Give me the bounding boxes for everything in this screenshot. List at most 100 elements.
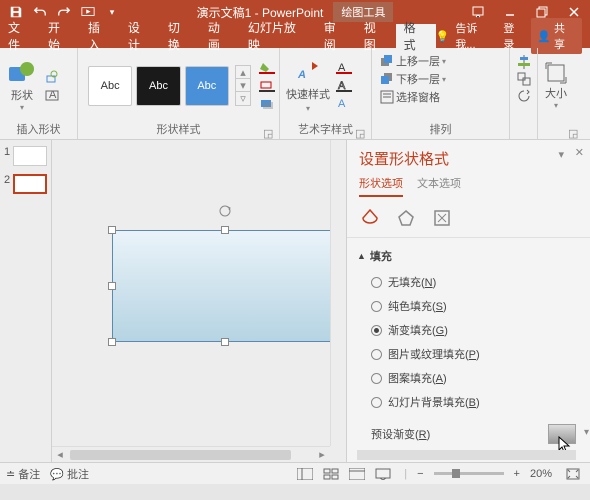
slide-thumbnail-1[interactable] bbox=[13, 146, 47, 166]
pane-tab-shape-options[interactable]: 形状选项 bbox=[359, 175, 403, 197]
bring-forward-button[interactable]: 上移一层▾ bbox=[380, 52, 446, 70]
pane-dropdown-icon[interactable]: ▾ bbox=[558, 148, 564, 161]
notes-button[interactable]: ≐ 备注 bbox=[6, 466, 40, 482]
shape-outline-icon[interactable] bbox=[259, 78, 275, 94]
slide-thumbnail-2[interactable] bbox=[13, 174, 47, 194]
zoom-in-icon[interactable]: + bbox=[514, 468, 520, 480]
lightbulb-icon: 💡 bbox=[436, 30, 450, 43]
tab-animations[interactable]: 动画 bbox=[200, 24, 240, 48]
comments-button[interactable]: 💬 批注 bbox=[50, 466, 89, 482]
pane-tab-text-options[interactable]: 文本选项 bbox=[417, 175, 461, 197]
send-backward-button[interactable]: 下移一层▾ bbox=[380, 70, 446, 88]
gallery-more-icon[interactable]: ▿ bbox=[236, 92, 250, 105]
resize-handle[interactable] bbox=[108, 226, 116, 234]
option-slide-bg-fill[interactable]: 幻灯片背景填充(B) bbox=[357, 390, 580, 414]
size-button[interactable]: 大小 ▾ bbox=[542, 57, 570, 114]
tab-slideshow[interactable]: 幻灯片放映 bbox=[240, 24, 316, 48]
tab-file[interactable]: 文件 bbox=[0, 24, 40, 48]
shape-style-2[interactable]: Abc bbox=[136, 66, 180, 106]
text-outline-icon[interactable]: A bbox=[336, 78, 352, 94]
fill-line-icon[interactable] bbox=[359, 207, 381, 229]
shape-style-3[interactable]: Abc bbox=[185, 66, 229, 106]
align-icon[interactable] bbox=[516, 54, 532, 70]
slide-canvas[interactable]: ◂ ▸ bbox=[52, 140, 346, 462]
tab-design[interactable]: 设计 bbox=[120, 24, 160, 48]
tab-review[interactable]: 审阅 bbox=[316, 24, 356, 48]
text-effects-icon[interactable]: A bbox=[336, 96, 352, 112]
tab-home[interactable]: 开始 bbox=[40, 24, 80, 48]
shape-effects-icon[interactable] bbox=[259, 96, 275, 112]
shape-style-1[interactable]: Abc bbox=[88, 66, 132, 106]
share-icon: 👤 bbox=[537, 30, 551, 43]
zoom-level[interactable]: 20% bbox=[530, 468, 552, 480]
document-title: 演示文稿1 - PowerPoint bbox=[197, 4, 324, 21]
group-insert-shapes: 插入形状 bbox=[4, 121, 73, 137]
option-solid-fill[interactable]: 纯色填充(S) bbox=[357, 294, 580, 318]
svg-text:A: A bbox=[297, 69, 306, 81]
zoom-slider[interactable] bbox=[434, 472, 504, 475]
group-icon[interactable] bbox=[516, 71, 532, 87]
group-size: ◲ bbox=[542, 121, 580, 137]
quick-styles-label: 快速样式 bbox=[286, 86, 330, 102]
size-properties-icon[interactable] bbox=[431, 207, 453, 229]
sorter-view-icon[interactable] bbox=[320, 466, 342, 482]
reading-view-icon[interactable] bbox=[346, 466, 368, 482]
dialog-launcher-icon[interactable]: ◲ bbox=[355, 127, 365, 137]
shape-fill-icon[interactable] bbox=[259, 60, 275, 76]
horizontal-scrollbar[interactable]: ◂ ▸ bbox=[52, 446, 330, 462]
vertical-scrollbar[interactable] bbox=[330, 140, 346, 446]
group-arrange: 排列 bbox=[376, 121, 505, 137]
svg-text:A: A bbox=[338, 98, 346, 110]
effects-icon[interactable] bbox=[395, 207, 417, 229]
option-picture-fill[interactable]: 图片或纹理填充(P) bbox=[357, 342, 580, 366]
text-fill-icon[interactable]: A bbox=[336, 60, 352, 76]
thumb-number: 1 bbox=[4, 146, 10, 158]
slide-thumbnails-pane: 1 2 bbox=[0, 140, 52, 462]
option-gradient-fill[interactable]: 渐变填充(G) bbox=[357, 318, 580, 342]
selection-pane-button[interactable]: 选择窗格 bbox=[380, 88, 440, 106]
bring-forward-label: 上移一层 bbox=[396, 53, 440, 69]
edit-shape-icon[interactable] bbox=[44, 69, 60, 85]
send-backward-label: 下移一层 bbox=[396, 71, 440, 87]
thumb-number: 2 bbox=[4, 174, 10, 186]
status-bar: ≐ 备注 💬 批注 | − + 20% bbox=[0, 462, 590, 484]
ribbon-tabstrip: 文件 开始 插入 设计 切换 动画 幻灯片放映 审阅 视图 格式 💡 告诉我..… bbox=[0, 24, 590, 48]
scroll-left-icon[interactable]: ◂ bbox=[52, 447, 68, 463]
resize-handle[interactable] bbox=[221, 226, 229, 234]
size-label: 大小 bbox=[545, 85, 567, 101]
resize-handle[interactable] bbox=[108, 338, 116, 346]
fill-section-header[interactable]: ▲填充 bbox=[357, 242, 580, 270]
zoom-out-icon[interactable]: − bbox=[417, 468, 423, 480]
pane-title: 设置形状格式 bbox=[359, 148, 578, 169]
group-wordart-styles: 艺术字样式◲ bbox=[284, 121, 367, 137]
dialog-launcher-icon[interactable]: ◲ bbox=[263, 127, 273, 137]
resize-handle[interactable] bbox=[221, 338, 229, 346]
tab-transitions[interactable]: 切换 bbox=[160, 24, 200, 48]
ribbon: 形状 ▾ A 插入形状 Abc Abc Abc ▴ ▾ ▿ bbox=[0, 48, 590, 140]
shapes-gallery-button[interactable]: 形状 ▾ bbox=[4, 60, 40, 112]
tab-insert[interactable]: 插入 bbox=[80, 24, 120, 48]
option-pattern-fill[interactable]: 图案填充(A) bbox=[357, 366, 580, 390]
pane-close-icon[interactable]: ✕ bbox=[575, 146, 584, 159]
gallery-up-icon[interactable]: ▴ bbox=[236, 66, 250, 79]
tab-format[interactable]: 格式 bbox=[396, 24, 436, 48]
option-no-fill[interactable]: 无填充(N) bbox=[357, 270, 580, 294]
slideshow-view-icon[interactable] bbox=[372, 466, 394, 482]
quick-styles-button[interactable]: A 快速样式 ▾ bbox=[284, 54, 332, 117]
pane-scrollbar[interactable] bbox=[357, 450, 576, 460]
tab-view[interactable]: 视图 bbox=[356, 24, 396, 48]
svg-text:A: A bbox=[49, 89, 57, 101]
normal-view-icon[interactable] bbox=[294, 466, 316, 482]
text-box-icon[interactable]: A bbox=[44, 87, 60, 103]
preset-gradient-label: 预设渐变(R) bbox=[371, 426, 430, 442]
gallery-down-icon[interactable]: ▾ bbox=[236, 79, 250, 92]
fit-to-window-icon[interactable] bbox=[562, 466, 584, 482]
scroll-right-icon[interactable]: ▸ bbox=[314, 447, 330, 463]
rotate-icon[interactable] bbox=[516, 88, 532, 104]
rotate-handle-icon[interactable] bbox=[219, 205, 231, 217]
resize-handle[interactable] bbox=[108, 282, 116, 290]
selected-shape[interactable] bbox=[112, 230, 338, 342]
shapes-label: 形状 bbox=[11, 87, 33, 103]
dialog-launcher-icon[interactable]: ◲ bbox=[568, 127, 578, 137]
fill-section-label: 填充 bbox=[370, 248, 392, 264]
